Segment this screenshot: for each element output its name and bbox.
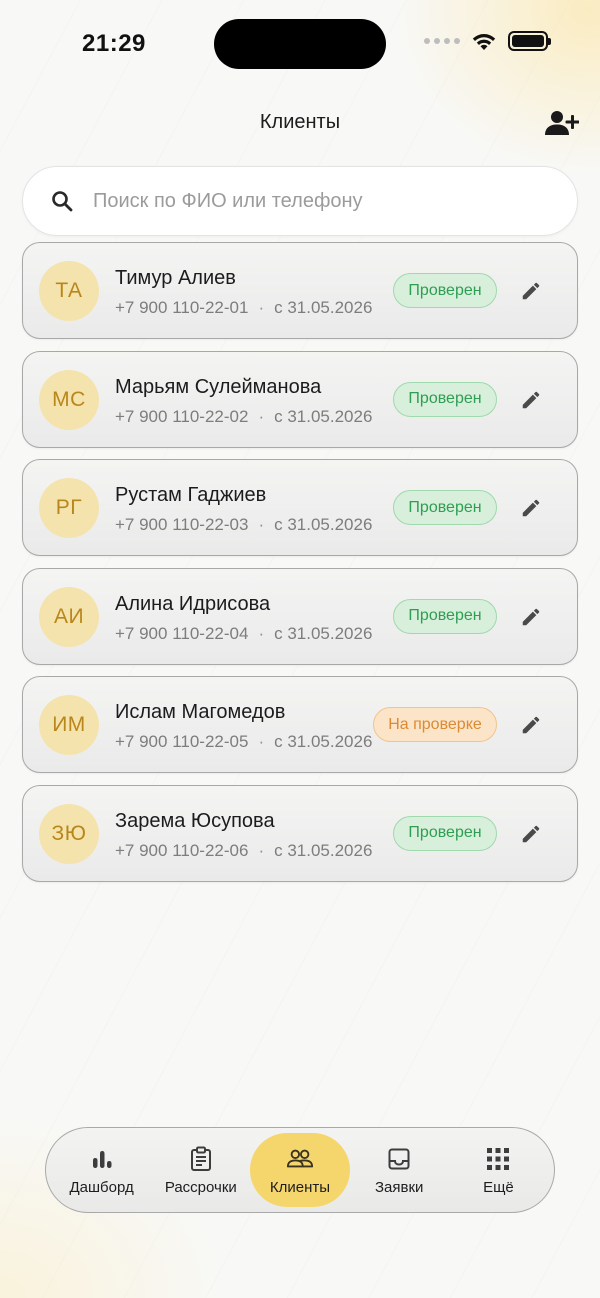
- client-phone: +7 900 110-22-05: [115, 732, 249, 751]
- status-indicators: [424, 30, 551, 52]
- client-name: Марьям Сулейманова: [115, 375, 322, 398]
- edit-client-button[interactable]: [519, 279, 543, 303]
- client-since: с 31.05.2026: [274, 840, 373, 860]
- status-badge: Проверен: [393, 490, 497, 525]
- status-badge: Проверен: [393, 273, 497, 308]
- client-name: Рустам Гаджиев: [115, 484, 267, 506]
- add-client-button[interactable]: [542, 106, 582, 140]
- client-meta: +7 900 110-22-05 · с 31.05.2026: [115, 732, 372, 752]
- client-since: с 31.05.2026: [274, 623, 373, 643]
- avatar: АИ: [39, 586, 99, 647]
- inbox-icon: [385, 1145, 413, 1173]
- pencil-icon: [522, 282, 540, 300]
- client-card[interactable]: АИ Алина Идрисова +7 900 110-22-04 · с 3…: [22, 567, 578, 665]
- avatar: ТА: [39, 261, 99, 321]
- status-badge: На проверке: [373, 707, 497, 742]
- search-icon: [49, 188, 75, 214]
- people-icon: [286, 1145, 314, 1173]
- status-bar: 21:29: [0, 0, 600, 90]
- dynamic-island: [214, 19, 386, 69]
- client-card[interactable]: ИМ Ислам Магомедов +7 900 110-22-05 · с …: [22, 676, 578, 773]
- client-meta: +7 900 110-22-04 · с 31.05.2026: [115, 624, 372, 644]
- tab-label: Дашборд: [69, 1178, 134, 1196]
- battery-icon: [508, 31, 551, 51]
- pencil-icon: [522, 499, 540, 517]
- status-time: 21:29: [82, 30, 146, 57]
- client-since: с 31.05.2026: [274, 732, 373, 751]
- client-since: с 31.05.2026: [274, 515, 373, 534]
- tab-clients[interactable]: Клиенты: [250, 1133, 350, 1207]
- edit-client-button[interactable]: [519, 496, 543, 520]
- header: Клиенты: [0, 100, 600, 146]
- pencil-icon: [522, 716, 540, 734]
- avatar: ИМ: [39, 695, 99, 755]
- bottom-tab-bar: Дашборд Рассрочки Клиенты Заявки Ещё: [45, 1127, 555, 1213]
- tab-label: Заявки: [374, 1178, 424, 1196]
- grid-icon: [484, 1145, 512, 1173]
- cellular-signal-icon: [424, 38, 460, 44]
- search-bar: [22, 166, 578, 236]
- tab-installments[interactable]: Рассрочки: [151, 1133, 250, 1207]
- client-name: Алина Идрисова: [115, 592, 271, 615]
- pencil-icon: [522, 608, 540, 625]
- client-card[interactable]: ТА Тимур Алиев +7 900 110-22-01 · с 31.0…: [22, 242, 578, 339]
- client-meta: +7 900 110-22-02 · с 31.05.2026: [115, 407, 372, 427]
- clipboard-icon: [187, 1145, 215, 1173]
- avatar: ЗЮ: [39, 803, 99, 864]
- wifi-icon: [472, 34, 496, 50]
- bar-chart-icon: [88, 1145, 116, 1173]
- client-card[interactable]: МС Марьям Сулейманова +7 900 110-22-02 ·…: [22, 350, 578, 448]
- client-phone: +7 900 110-22-04: [115, 623, 249, 643]
- pencil-icon: [522, 825, 540, 842]
- client-list: ТА Тимур Алиев +7 900 110-22-01 · с 31.0…: [22, 242, 578, 893]
- tab-more[interactable]: Ещё: [449, 1133, 548, 1207]
- status-badge: Проверен: [393, 815, 497, 851]
- tab-label: Рассрочки: [164, 1178, 237, 1196]
- meta-separator: ·: [258, 298, 265, 317]
- client-meta: +7 900 110-22-01 · с 31.05.2026: [115, 298, 372, 318]
- client-phone: +7 900 110-22-06: [115, 840, 249, 860]
- client-since: с 31.05.2026: [274, 298, 373, 317]
- client-meta: +7 900 110-22-06 · с 31.05.2026: [115, 841, 372, 861]
- client-phone: +7 900 110-22-03: [115, 515, 249, 534]
- edit-client-button[interactable]: [519, 388, 543, 412]
- tab-requests[interactable]: Заявки: [350, 1133, 449, 1207]
- status-badge: Проверен: [393, 598, 497, 634]
- meta-separator: ·: [258, 840, 265, 860]
- client-meta: +7 900 110-22-03 · с 31.05.2026: [115, 515, 372, 535]
- avatar: РГ: [39, 478, 99, 538]
- person-add-icon: [545, 111, 579, 135]
- meta-separator: ·: [258, 623, 265, 643]
- pencil-icon: [522, 391, 540, 408]
- meta-separator: ·: [258, 406, 265, 426]
- client-name: Тимур Алиев: [115, 267, 236, 289]
- edit-client-button[interactable]: [519, 605, 543, 629]
- edit-client-button[interactable]: [519, 713, 543, 737]
- avatar: МС: [39, 369, 99, 430]
- tab-label: Клиенты: [269, 1178, 331, 1196]
- meta-separator: ·: [258, 515, 265, 534]
- client-card[interactable]: РГ Рустам Гаджиев +7 900 110-22-03 · с 3…: [22, 459, 578, 556]
- tab-dashboard[interactable]: Дашборд: [52, 1133, 151, 1207]
- client-name: Зарема Юсупова: [115, 809, 275, 832]
- search-input[interactable]: [93, 189, 553, 213]
- client-since: с 31.05.2026: [274, 406, 373, 426]
- page-title: Клиенты: [259, 111, 341, 133]
- tab-label: Ещё: [483, 1178, 514, 1196]
- edit-client-button[interactable]: [519, 822, 543, 846]
- client-name: Ислам Магомедов: [115, 701, 286, 723]
- client-phone: +7 900 110-22-01: [115, 298, 249, 317]
- client-card[interactable]: ЗЮ Зарема Юсупова +7 900 110-22-06 · с 3…: [22, 784, 578, 882]
- client-phone: +7 900 110-22-02: [115, 406, 249, 426]
- status-badge: Проверен: [393, 381, 497, 417]
- meta-separator: ·: [258, 732, 265, 751]
